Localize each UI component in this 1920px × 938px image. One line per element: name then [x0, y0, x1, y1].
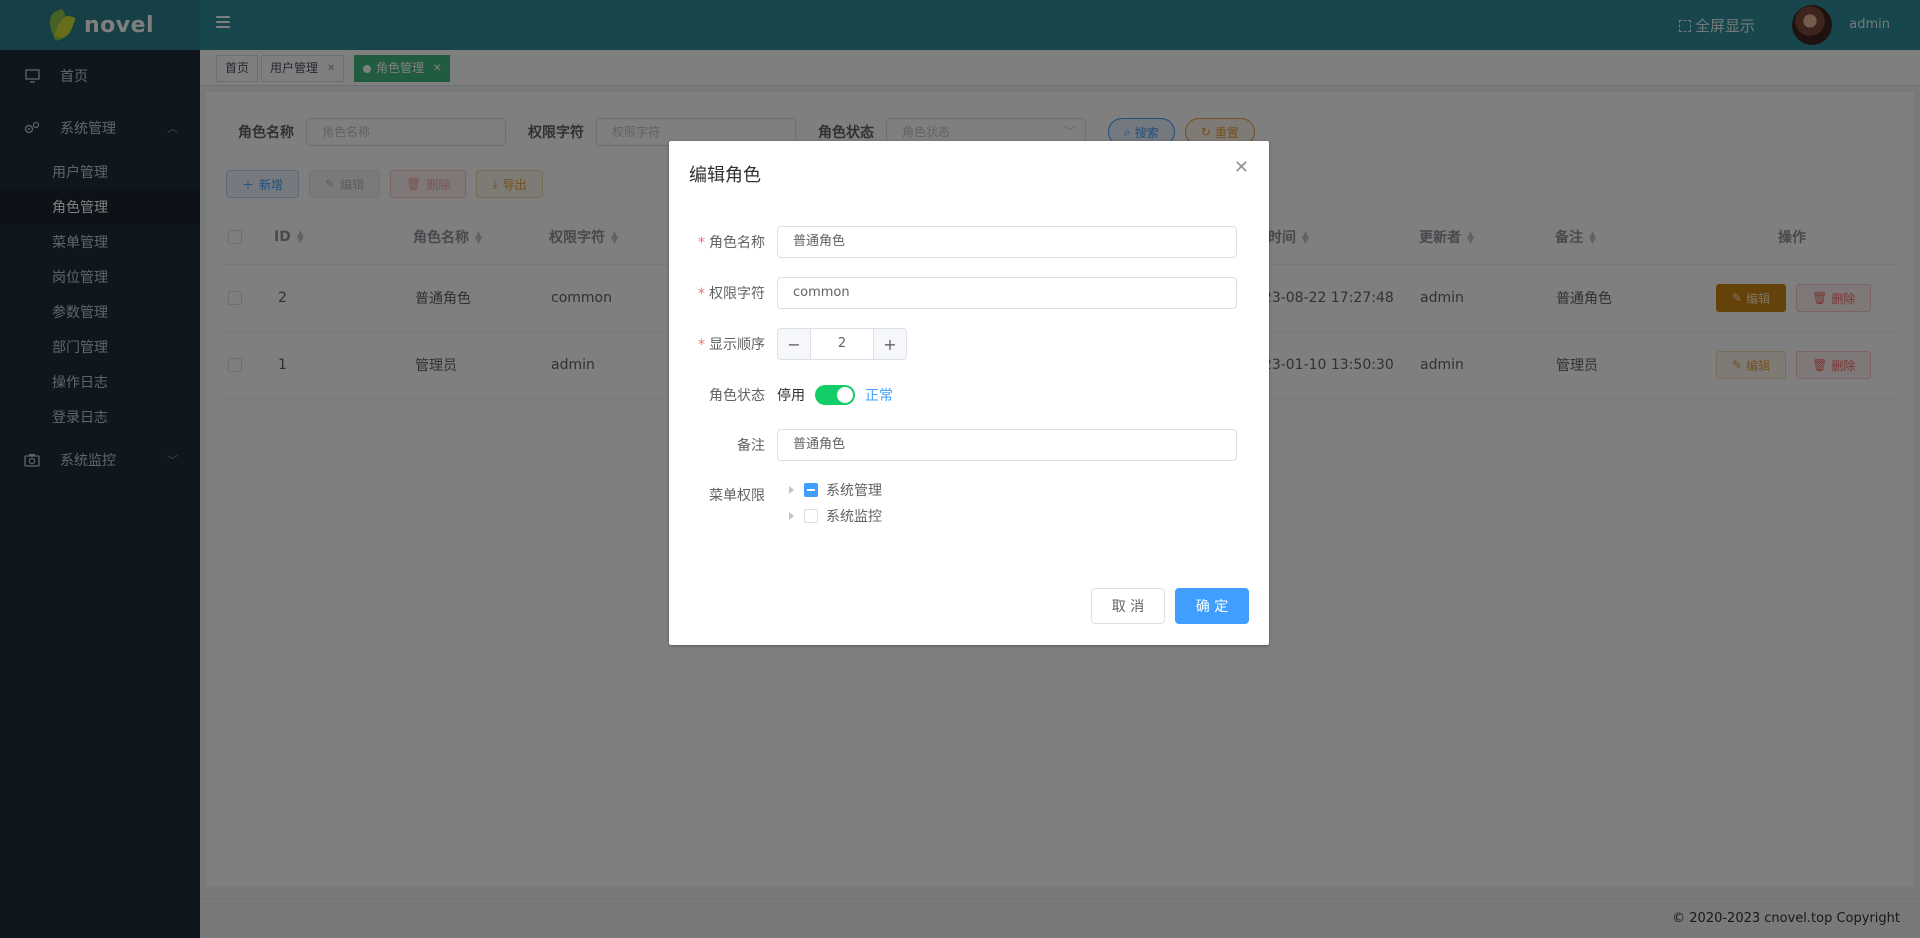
caret-right-icon[interactable] [789, 486, 794, 494]
status-on-label[interactable]: 正常 [865, 385, 893, 405]
name-label: * 角色名称 [698, 235, 765, 251]
order-stepper: − 2 + [777, 328, 907, 360]
form-row-perm: * 权限字符 common [669, 277, 1269, 309]
perm-field[interactable]: common [777, 277, 1237, 309]
tree-node-label: 系统管理 [826, 483, 882, 499]
menu-label: 菜单权限 [709, 488, 765, 504]
tree-node-monitor[interactable]: 系统监控 [789, 503, 882, 529]
status-off-label[interactable]: 停用 [777, 385, 805, 405]
tree-node-system[interactable]: 系统管理 [789, 477, 882, 503]
remark-label: 备注 [737, 438, 765, 454]
minus-button[interactable]: − [778, 329, 811, 359]
tree-node-label: 系统监控 [826, 509, 882, 525]
order-label: * 显示顺序 [698, 337, 765, 353]
tree-checkbox[interactable] [804, 509, 818, 523]
role-name-field[interactable]: 普通角色 [777, 226, 1237, 258]
form-row-remark: 备注 普通角色 [669, 429, 1269, 461]
form-row-order: * 显示顺序 − 2 + [669, 328, 1269, 360]
tree-checkbox-indeterminate[interactable] [804, 483, 818, 497]
status-label: 角色状态 [709, 388, 765, 404]
cancel-button[interactable]: 取 消 [1091, 588, 1165, 624]
status-switch[interactable] [815, 385, 855, 405]
form-row-name: * 角色名称 普通角色 [669, 226, 1269, 258]
edit-role-dialog: 编辑角色 ✕ * 角色名称 普通角色 * 权限字符 common * 显示顺序 − 2… [669, 141, 1269, 645]
status-switch-wrap: 停用 正常 [777, 385, 893, 405]
order-value[interactable]: 2 [811, 329, 873, 359]
close-icon[interactable]: ✕ [1234, 159, 1249, 177]
form-row-menu: 菜单权限 [669, 479, 1269, 511]
form-row-status: 角色状态 停用 正常 [669, 379, 1269, 411]
menu-tree: 系统管理 系统监控 [789, 477, 882, 529]
caret-right-icon[interactable] [789, 512, 794, 520]
perm-label: * 权限字符 [698, 286, 765, 302]
plus-button[interactable]: + [873, 329, 906, 359]
dialog-title: 编辑角色 [689, 165, 761, 186]
remark-field[interactable]: 普通角色 [777, 429, 1237, 461]
confirm-button[interactable]: 确 定 [1175, 588, 1249, 624]
